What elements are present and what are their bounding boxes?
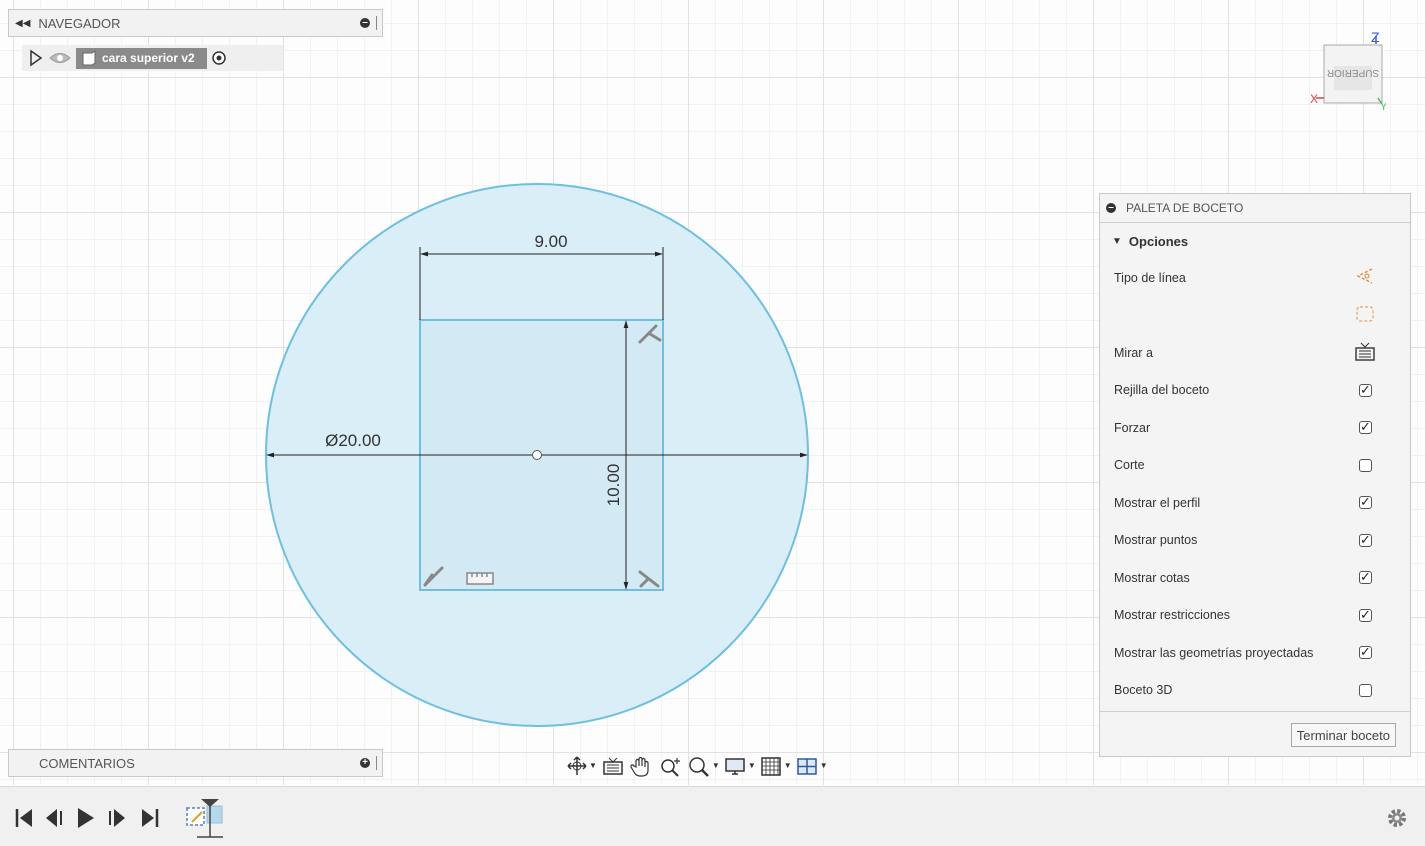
palette-title: PALETA DE BOCETO	[1126, 201, 1244, 215]
horizontal-constraint-icon[interactable]	[466, 572, 494, 585]
palette-option-row: Forzar	[1100, 409, 1410, 447]
palette-option-row: Mostrar las geometrías proyectadas	[1100, 634, 1410, 672]
palette-header: – PALETA DE BOCETO	[1100, 194, 1410, 223]
palette-option-label: Boceto 3D	[1114, 683, 1173, 698]
settings-gear-icon[interactable]	[1385, 806, 1409, 830]
palette-option-row	[1100, 297, 1410, 335]
comments-title: COMENTARIOS	[39, 755, 135, 771]
palette-option-label: Mostrar cotas	[1114, 570, 1190, 585]
go-to-start-icon[interactable]	[15, 809, 32, 827]
palette-footer: Terminar boceto	[1100, 711, 1410, 756]
grid-icon	[761, 756, 781, 776]
pan-tool[interactable]	[629, 755, 655, 777]
options-section-title: Opciones	[1128, 233, 1189, 249]
palette-option-row: Mirar a	[1100, 334, 1410, 372]
orbit-tool[interactable]: ▼	[566, 755, 597, 777]
comments-panel: COMENTARIOS +	[8, 749, 383, 777]
option-checkbox[interactable]	[1359, 607, 1372, 623]
option-checkbox[interactable]	[1359, 532, 1372, 548]
option-checkbox[interactable]	[1359, 569, 1372, 585]
options-section-header[interactable]: ▼ Opciones	[1100, 223, 1410, 259]
timeline-bar	[0, 786, 1425, 846]
palette-option-label: Forzar	[1114, 420, 1151, 435]
palette-option-row: Corte	[1100, 447, 1410, 485]
component-name[interactable]: cara superior v2	[76, 47, 207, 69]
axis-y-label: Y	[1380, 101, 1386, 113]
timeline-sketch-item-icon[interactable]	[180, 787, 240, 846]
zoom-window-tool[interactable]: ▼	[687, 755, 720, 777]
option-checkbox[interactable]	[1359, 644, 1372, 660]
step-forward-icon[interactable]	[109, 809, 125, 827]
option-checkbox[interactable]	[1359, 683, 1372, 697]
height-dimension-text[interactable]: 10.00	[604, 464, 623, 507]
zoom-tool[interactable]	[658, 755, 684, 777]
palette-option-label: Mirar a	[1114, 345, 1153, 360]
play-icon[interactable]	[78, 808, 94, 828]
collapse-arrows-icon[interactable]: ◀◀	[15, 18, 30, 29]
finish-sketch-button[interactable]: Terminar boceto	[1290, 723, 1396, 747]
navigation-toolbar: ▼ ▼ ▼ ▼ ▼	[562, 750, 866, 781]
palette-option-label: Mostrar restricciones	[1114, 608, 1230, 623]
viewports-icon	[796, 757, 817, 775]
palette-option-row: Boceto 3D	[1100, 672, 1410, 710]
palette-option-row: Tipo de línea	[1100, 259, 1410, 297]
palette-option-label: Tipo de línea	[1114, 270, 1186, 285]
navigator-panel: ◀◀ NAVEGADOR –	[8, 9, 383, 37]
palette-option-label: Mostrar el perfil	[1114, 495, 1201, 510]
palette-option-label: Mostrar puntos	[1114, 533, 1198, 548]
eye-icon[interactable]	[48, 48, 72, 68]
navigator-component-row[interactable]: cara superior v2	[22, 45, 283, 71]
option-checkbox[interactable]	[1359, 494, 1372, 510]
expand-triangle-icon[interactable]	[26, 48, 48, 68]
zoom-icon	[661, 757, 680, 777]
navigator-title: NAVEGADOR	[38, 15, 121, 31]
viewcube-face-label: SUPERIOR	[1327, 67, 1379, 78]
minimize-icon[interactable]: –	[1106, 203, 1116, 213]
look-at-tool[interactable]	[600, 755, 626, 777]
sketch-palette: – PALETA DE BOCETO ▼ Opciones Tipo de lí…	[1099, 193, 1411, 757]
option-checkbox[interactable]	[1359, 382, 1372, 398]
expand-plus-icon[interactable]: +	[360, 758, 370, 768]
palette-option-label: Rejilla del boceto	[1114, 383, 1210, 398]
drag-handle-icon[interactable]	[376, 756, 379, 770]
go-to-end-icon[interactable]	[142, 809, 159, 827]
palette-option-row: Mostrar restricciones	[1100, 597, 1410, 635]
look-at-icon	[603, 757, 623, 775]
grid-settings-tool[interactable]: ▼	[759, 755, 792, 777]
palette-option-row: Mostrar puntos	[1100, 522, 1410, 560]
axis-z-label: Z	[1371, 29, 1380, 45]
look-at-icon[interactable]	[1354, 340, 1376, 365]
monitor-icon	[725, 757, 745, 775]
width-dimension-text[interactable]: 9.00	[534, 232, 567, 251]
center-point[interactable]	[532, 450, 542, 460]
component-icon	[82, 49, 96, 65]
axis-x-label: X	[1310, 92, 1318, 106]
palette-option-row: Mostrar cotas	[1100, 559, 1410, 597]
linetype-icon[interactable]	[1354, 265, 1376, 290]
viewports-tool[interactable]: ▼	[795, 755, 828, 777]
component-label: cara superior v2	[102, 50, 195, 65]
minimize-icon[interactable]: –	[360, 18, 370, 28]
collapse-triangle-icon: ▼	[1112, 235, 1122, 247]
orbit-icon	[567, 755, 587, 775]
option-checkbox[interactable]	[1359, 458, 1372, 472]
diameter-dimension-text[interactable]: Ø20.00	[325, 431, 381, 450]
viewcube[interactable]: SUPERIOR X Z Y	[1306, 26, 1386, 114]
activate-radio-icon[interactable]	[207, 48, 231, 68]
palette-option-label: Corte	[1114, 458, 1145, 473]
palette-option-label: Mostrar las geometrías proyectadas	[1114, 645, 1314, 660]
timeline-controls	[15, 808, 159, 828]
palette-option-row: Mostrar el perfil	[1100, 484, 1410, 522]
drag-handle-icon[interactable]	[376, 16, 379, 30]
option-checkbox[interactable]	[1359, 419, 1372, 435]
display-settings-tool[interactable]: ▼	[723, 755, 756, 777]
pan-hand-icon	[630, 756, 649, 777]
zoom-window-icon	[689, 756, 709, 777]
step-back-icon[interactable]	[46, 809, 62, 827]
palette-option-row: Rejilla del boceto	[1100, 372, 1410, 410]
construction-icon[interactable]	[1354, 303, 1376, 328]
